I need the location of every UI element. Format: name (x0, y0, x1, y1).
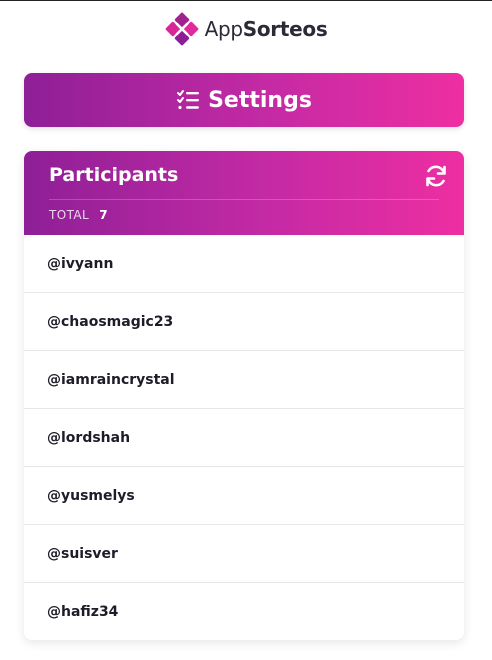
checklist-icon (177, 90, 200, 110)
participants-title: Participants (49, 164, 179, 186)
participants-card: Participants TOTAL 7 @ivyann @chaosmagic… (24, 151, 464, 640)
participants-header: Participants TOTAL 7 (24, 151, 464, 235)
logo-mark-icon (165, 12, 198, 46)
list-item[interactable]: @iamraincrystal (24, 351, 464, 409)
list-item[interactable]: @ivyann (24, 235, 464, 293)
list-item[interactable]: @chaosmagic23 (24, 293, 464, 351)
header-divider (49, 199, 439, 200)
settings-label: Settings (208, 87, 312, 113)
participants-list: @ivyann @chaosmagic23 @iamraincrystal @l… (24, 235, 464, 640)
total-summary: TOTAL 7 (49, 208, 108, 222)
app-logo: AppSorteos (0, 12, 492, 46)
refresh-icon[interactable] (423, 163, 449, 189)
settings-button[interactable]: Settings (24, 73, 464, 127)
brand-name-light: App (204, 17, 243, 41)
list-item[interactable]: @lordshah (24, 409, 464, 467)
brand-name: AppSorteos (205, 17, 328, 41)
total-count: 7 (99, 208, 109, 222)
total-label: TOTAL (49, 208, 90, 222)
list-item[interactable]: @yusmelys (24, 467, 464, 525)
list-item[interactable]: @suisver (24, 525, 464, 583)
list-item[interactable]: @hafiz34 (24, 583, 464, 640)
brand-name-bold: Sorteos (242, 17, 328, 41)
